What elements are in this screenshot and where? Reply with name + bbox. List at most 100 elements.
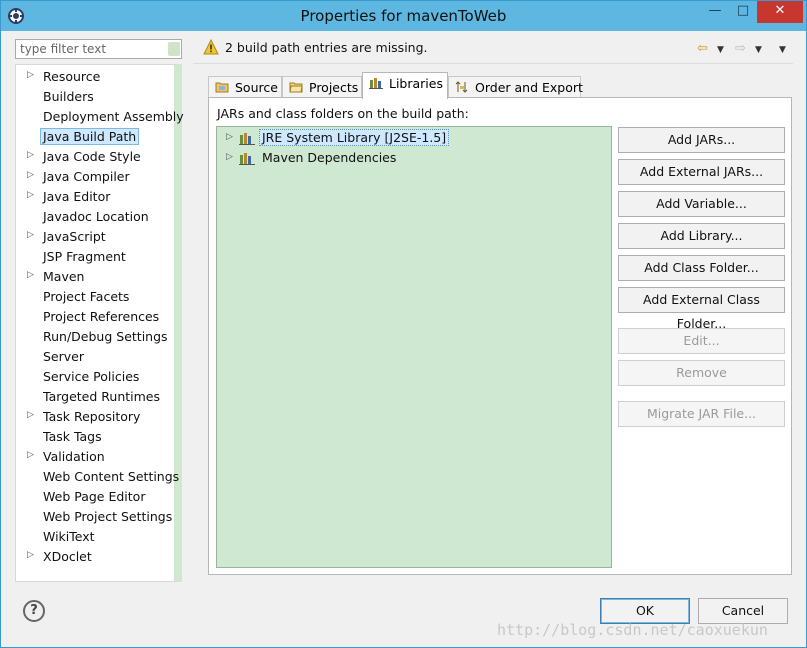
tab-source[interactable]: Source: [208, 76, 282, 98]
tab-order-and-export[interactable]: Order and Export: [448, 76, 583, 98]
nav-item-label: Web Page Editor: [43, 489, 146, 504]
add-jars-button[interactable]: Add JARs...: [618, 127, 785, 153]
forward-history-chevron-down-icon[interactable]: ▼: [755, 45, 762, 55]
nav-item[interactable]: Web Page Editor: [16, 486, 176, 506]
add-external-jars-button[interactable]: Add External JARs...: [618, 159, 785, 185]
expand-arrow-icon[interactable]: ▷: [27, 150, 34, 160]
clear-filter-icon[interactable]: [168, 42, 180, 56]
expand-arrow-icon[interactable]: ▷: [27, 170, 34, 180]
nav-item-label: Run/Debug Settings: [43, 329, 168, 344]
expand-arrow-icon[interactable]: ▷: [226, 132, 233, 142]
expand-arrow-icon[interactable]: ▷: [27, 550, 34, 560]
nav-item[interactable]: Run/Debug Settings: [16, 326, 176, 346]
nav-item-label: Project Facets: [43, 289, 130, 304]
add-variable-button[interactable]: Add Variable...: [618, 191, 785, 217]
nav-item-label: Resource: [43, 69, 101, 84]
nav-item[interactable]: ▷ Maven: [16, 266, 176, 286]
window-title: Properties for mavenToWeb: [300, 7, 507, 25]
build-path-label: JARs and class folders on the build path…: [217, 106, 469, 121]
library-tree[interactable]: ▷ JRE System Library [J2SE-1.5] ▷ Maven …: [216, 126, 612, 568]
expand-arrow-icon[interactable]: ▷: [27, 190, 34, 200]
nav-item[interactable]: ▷ Resource: [16, 66, 176, 86]
nav-item[interactable]: WikiText: [16, 526, 176, 546]
forward-arrow-icon[interactable]: ⇨: [735, 41, 746, 56]
warning-icon: [203, 39, 219, 55]
nav-item-label: Server: [43, 349, 84, 364]
expand-arrow-icon[interactable]: ▷: [27, 70, 34, 80]
nav-item-label: Task Repository: [43, 409, 141, 424]
header-separator: [193, 63, 793, 64]
nav-item-label: Validation: [43, 449, 105, 464]
tree-item-jre-system-library[interactable]: ▷ JRE System Library [J2SE-1.5]: [217, 128, 607, 148]
nav-item[interactable]: Deployment Assembly: [16, 106, 184, 126]
tree-item-maven-dependencies[interactable]: ▷ Maven Dependencies: [217, 148, 607, 168]
filter-placeholder: type filter text: [20, 42, 107, 56]
tree-item-label: JRE System Library [J2SE-1.5]: [259, 129, 450, 146]
nav-item[interactable]: Web Project Settings: [16, 506, 176, 526]
nav-item[interactable]: ▷ Validation: [16, 446, 176, 466]
library-icon: [239, 133, 255, 145]
nav-item-label: Service Policies: [43, 369, 140, 384]
back-arrow-icon[interactable]: ⇦: [697, 41, 708, 56]
migrate-jar-file-button[interactable]: Migrate JAR File...: [618, 401, 785, 427]
libraries-icon: [369, 78, 383, 89]
nav-item[interactable]: ▷ Java Code Style: [16, 146, 176, 166]
expand-arrow-icon[interactable]: ▷: [27, 410, 34, 420]
minimize-button[interactable]: —: [701, 1, 729, 23]
nav-item-label: Javadoc Location: [43, 209, 149, 224]
nav-item[interactable]: Builders: [16, 86, 176, 106]
library-icon: [239, 153, 255, 165]
add-library-button[interactable]: Add Library...: [618, 223, 785, 249]
property-page-tree[interactable]: ▷ Resource Builders Deployment Assembly Java…: [15, 64, 184, 582]
nav-item[interactable]: Javadoc Location: [16, 206, 176, 226]
nav-item[interactable]: Service Policies: [16, 366, 176, 386]
nav-item[interactable]: Java Build Path: [16, 126, 176, 146]
nav-item-label: Web Project Settings: [43, 509, 173, 524]
properties-dialog: Properties for mavenToWeb — □ ✕ type fil…: [0, 0, 807, 648]
nav-item[interactable]: ▷ JavaScript: [16, 226, 176, 246]
remove-button[interactable]: Remove: [618, 360, 785, 386]
nav-item-label: XDoclet: [43, 549, 92, 564]
nav-item[interactable]: ▷ Task Repository: [16, 406, 176, 426]
add-class-folder-button[interactable]: Add Class Folder...: [618, 255, 785, 281]
help-icon[interactable]: ?: [23, 600, 45, 622]
nav-item[interactable]: Project Facets: [16, 286, 176, 306]
maximize-button[interactable]: □: [729, 1, 757, 23]
nav-item-label: Java Code Style: [43, 149, 141, 164]
projects-folder-icon: [289, 82, 303, 93]
close-button[interactable]: ✕: [757, 1, 803, 23]
nav-item-label: Java Build Path: [40, 128, 140, 145]
nav-item[interactable]: Web Content Settings: [16, 466, 179, 486]
nav-item[interactable]: Task Tags: [16, 426, 176, 446]
nav-item[interactable]: Project References: [16, 306, 176, 326]
tab-libraries[interactable]: Libraries: [362, 72, 448, 99]
tab-projects[interactable]: Projects: [282, 76, 362, 98]
back-history-chevron-down-icon[interactable]: ▼: [717, 45, 724, 55]
view-menu-chevron-down-icon[interactable]: ▼: [779, 45, 786, 55]
nav-item-label: Web Content Settings: [43, 469, 180, 484]
nav-item-label: JavaScript: [43, 229, 106, 244]
nav-item[interactable]: ▷ Java Compiler: [16, 166, 176, 186]
nav-item[interactable]: Server: [16, 346, 176, 366]
filter-input[interactable]: type filter text: [15, 39, 182, 59]
nav-item[interactable]: Targeted Runtimes: [16, 386, 176, 406]
expand-arrow-icon[interactable]: ▷: [27, 270, 34, 280]
dialog-client-area: type filter text ▷ Resource Builders Deploy…: [7, 31, 800, 641]
nav-item-label: Task Tags: [43, 429, 102, 444]
nav-item-label: JSP Fragment: [43, 249, 126, 264]
nav-item-label: WikiText: [43, 529, 95, 544]
tree-item-label: Maven Dependencies: [262, 150, 397, 165]
nav-item-label: Builders: [43, 89, 94, 104]
edit-button[interactable]: Edit...: [618, 328, 785, 354]
nav-item-label: Java Compiler: [43, 169, 130, 184]
nav-item[interactable]: ▷ Java Editor: [16, 186, 176, 206]
nav-item[interactable]: JSP Fragment: [16, 246, 176, 266]
nav-item-label: Maven: [43, 269, 85, 284]
expand-arrow-icon[interactable]: ▷: [27, 230, 34, 240]
expand-arrow-icon[interactable]: ▷: [27, 450, 34, 460]
source-folder-icon: [215, 82, 229, 93]
expand-arrow-icon[interactable]: ▷: [226, 152, 233, 162]
nav-item[interactable]: ▷ XDoclet: [16, 546, 176, 566]
add-external-class-folder-button[interactable]: Add External Class Folder...: [618, 287, 785, 331]
title-bar[interactable]: Properties for mavenToWeb — □ ✕: [1, 1, 806, 31]
